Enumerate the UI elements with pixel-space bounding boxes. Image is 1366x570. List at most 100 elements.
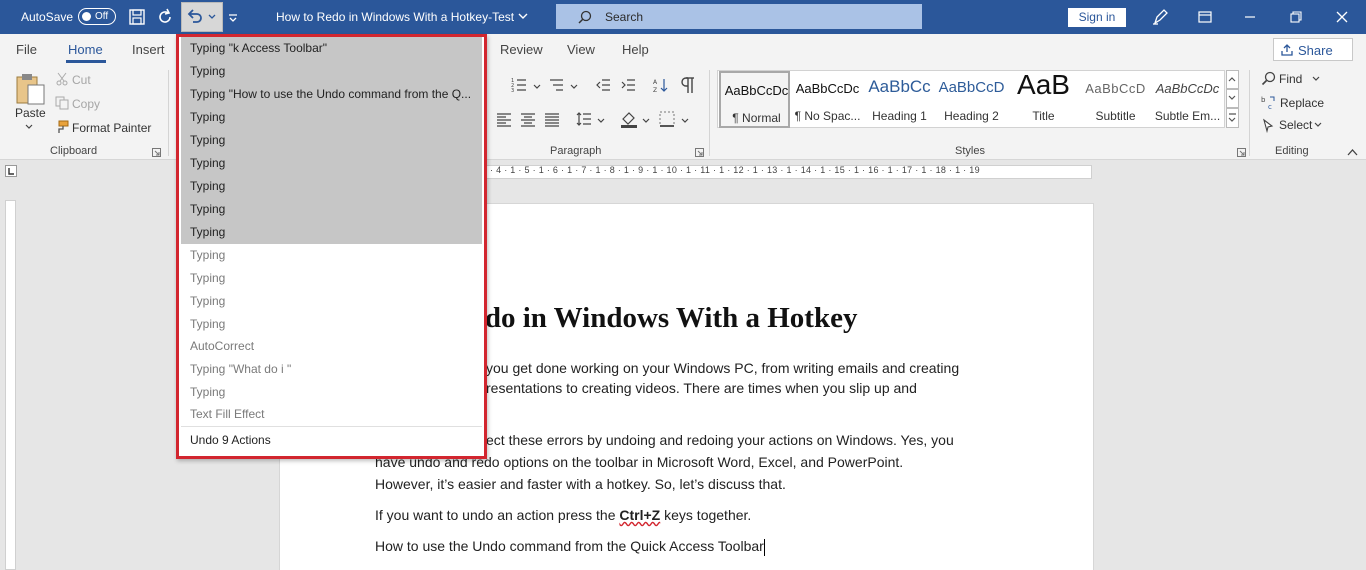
replace-icon[interactable]: bc <box>1261 95 1276 110</box>
autosave-state: Off <box>95 11 109 22</box>
tab-file[interactable]: File <box>16 42 37 57</box>
undo-history-item[interactable]: Typing <box>181 290 482 313</box>
find-chevron-down-icon[interactable] <box>1312 76 1320 82</box>
document-title[interactable]: How to Redo in Windows With a Hotkey-Tes… <box>276 10 514 24</box>
align-center-icon[interactable] <box>520 111 536 127</box>
search-icon <box>578 10 592 24</box>
style-subtle-emphasis[interactable]: AaBbCcDc Subtle Em... <box>1152 71 1223 128</box>
minimize-icon[interactable] <box>1241 8 1259 26</box>
undo-history-item[interactable]: Text Fill Effect <box>181 403 482 426</box>
justify-icon[interactable] <box>544 111 560 127</box>
tab-selector-icon[interactable] <box>5 165 17 177</box>
title-chevron-down-icon[interactable] <box>518 13 528 20</box>
align-left-icon[interactable] <box>496 111 512 127</box>
undo-history-item[interactable]: Typing <box>181 152 482 175</box>
shading-icon[interactable] <box>620 110 638 128</box>
paste-chevron-down-icon[interactable] <box>25 124 33 130</box>
style-heading-1[interactable]: AaBbCc Heading 1 <box>864 71 935 128</box>
autosave-toggle[interactable]: Off <box>78 8 116 25</box>
undo-history-item[interactable]: Typing <box>181 381 482 404</box>
undo-history-item[interactable]: Typing <box>181 175 482 198</box>
sort-icon[interactable]: AZ <box>653 77 669 93</box>
undo-history-item[interactable]: AutoCorrect <box>181 335 482 358</box>
decrease-indent-icon[interactable] <box>595 77 611 93</box>
undo-history-item[interactable]: Typing "What do i " <box>181 358 482 381</box>
paragraph-line[interactable]: you get done working on your Windows PC,… <box>486 358 1106 379</box>
collapse-ribbon-icon[interactable] <box>1347 148 1358 156</box>
paragraph-ctrl-z[interactable]: If you want to undo an action press the … <box>375 505 995 526</box>
line-spacing-chevron-down-icon[interactable] <box>597 118 605 124</box>
multilevel-chevron-down-icon[interactable] <box>570 84 578 90</box>
shading-chevron-down-icon[interactable] <box>642 118 650 124</box>
find-label[interactable]: Find <box>1279 72 1302 86</box>
style-preview: AaBbCcDc <box>1155 81 1220 96</box>
document-heading[interactable]: edo in Windows With a Hotkey <box>472 302 857 335</box>
undo-history-item[interactable]: Typing <box>181 106 482 129</box>
show-formatting-marks-icon[interactable] <box>681 76 695 94</box>
restore-icon[interactable] <box>1287 8 1305 26</box>
multilevel-list-icon[interactable] <box>548 77 564 93</box>
style-title[interactable]: AaB Title <box>1008 69 1079 128</box>
paragraph-line[interactable]: How to use the Undo command from the Qui… <box>375 536 995 557</box>
tab-insert[interactable]: Insert <box>132 42 165 57</box>
tab-help[interactable]: Help <box>622 42 649 57</box>
undo-history-item[interactable]: Typing <box>181 198 482 221</box>
undo-history-item[interactable]: Typing "How to use the Undo command from… <box>181 83 482 106</box>
paste-icon[interactable] <box>14 72 46 106</box>
redo-icon[interactable] <box>156 8 174 26</box>
increase-indent-icon[interactable] <box>620 77 636 93</box>
share-button[interactable]: Share <box>1273 38 1353 61</box>
customize-qat-icon[interactable] <box>228 8 238 26</box>
borders-icon[interactable] <box>659 111 675 127</box>
save-icon[interactable] <box>128 8 146 26</box>
undo-history-item[interactable]: Typing <box>181 221 482 244</box>
clipboard-group-label: Clipboard <box>50 145 98 157</box>
paragraph-line[interactable]: resentations to creating videos. There a… <box>486 378 1106 399</box>
styles-scroll-icon[interactable] <box>1226 70 1239 128</box>
ribbon-display-options-icon[interactable] <box>1196 8 1214 26</box>
undo-history-item[interactable]: Typing <box>181 129 482 152</box>
select-icon[interactable] <box>1261 118 1276 133</box>
designer-pen-icon[interactable] <box>1151 8 1169 26</box>
paragraph-line[interactable]: ect these errors by undoing and redoing … <box>486 430 1106 451</box>
select-label[interactable]: Select <box>1279 118 1312 132</box>
numbering-chevron-down-icon[interactable] <box>533 84 541 90</box>
svg-text:3: 3 <box>511 88 514 93</box>
find-icon[interactable] <box>1261 71 1276 86</box>
undo-button[interactable] <box>181 2 223 32</box>
undo-history-item[interactable]: Typing <box>181 313 482 336</box>
search-box[interactable]: Search <box>556 4 922 29</box>
undo-history-item[interactable]: Typing <box>181 244 482 267</box>
vertical-ruler[interactable] <box>5 200 16 570</box>
clipboard-launcher-icon[interactable] <box>152 148 161 157</box>
sign-in-button[interactable]: Sign in <box>1068 8 1126 27</box>
numbering-icon[interactable]: 123 <box>511 77 527 93</box>
undo-history-item[interactable]: Typing <box>181 60 482 83</box>
ruler-numbers: · 4 · 1 · 5 · 1 · 6 · 1 · 7 · 1 · 8 · 1 … <box>490 165 980 175</box>
undo-history-item[interactable]: Typing "k Access Toolbar" <box>181 37 482 60</box>
svg-text:c: c <box>1268 103 1272 110</box>
style-heading-2[interactable]: AaBbCcD Heading 2 <box>936 71 1007 128</box>
copy-label: Copy <box>72 97 101 111</box>
title-bar: AutoSave Off How to Redo in Windows With… <box>0 0 1366 34</box>
tab-view[interactable]: View <box>567 42 595 57</box>
select-chevron-down-icon[interactable] <box>1314 122 1322 128</box>
style-no-spacing[interactable]: AaBbCcDc ¶ No Spac... <box>792 71 863 128</box>
close-icon[interactable] <box>1333 8 1351 26</box>
format-painter-icon[interactable] <box>55 120 69 134</box>
share-icon <box>1281 44 1293 56</box>
line-spacing-icon[interactable] <box>576 111 592 127</box>
paragraph-launcher-icon[interactable] <box>695 148 704 157</box>
style-subtitle[interactable]: AaBbCcD Subtitle <box>1080 71 1151 128</box>
format-painter-label[interactable]: Format Painter <box>72 121 151 135</box>
paste-label[interactable]: Paste <box>15 106 46 120</box>
styles-launcher-icon[interactable] <box>1237 148 1246 157</box>
undo-history-item[interactable]: Typing <box>181 267 482 290</box>
replace-label[interactable]: Replace <box>1280 96 1324 110</box>
tab-review[interactable]: Review <box>500 42 543 57</box>
style-normal[interactable]: AaBbCcDc ¶ Normal <box>719 71 790 128</box>
borders-chevron-down-icon[interactable] <box>681 118 689 124</box>
tab-home[interactable]: Home <box>68 42 103 57</box>
text-run: How to use the Undo command from the Qui… <box>375 538 764 554</box>
paragraph-line[interactable]: However, it’s easier and faster with a h… <box>375 474 995 495</box>
